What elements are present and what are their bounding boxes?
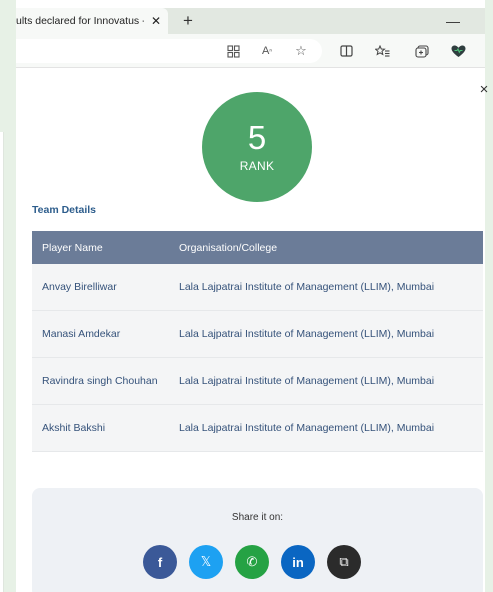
left-panel-edge	[0, 132, 4, 592]
table-row: Ravindra singh Chouhan Lala Lajpatrai In…	[32, 358, 483, 405]
organisation-cell: Lala Lajpatrai Institute of Management (…	[179, 281, 435, 293]
favorites-list-icon[interactable]	[373, 42, 391, 60]
dialog-close-icon[interactable]: ×	[477, 80, 491, 98]
table-row: Manasi Amdekar Lala Lajpatrai Institute …	[32, 311, 483, 358]
whatsapp-share-button[interactable]: ✆	[235, 545, 269, 579]
rank-badge: 5 RANK	[202, 92, 312, 202]
table-row: Anvay Birelliwar Lala Lajpatrai Institut…	[32, 264, 483, 311]
header-player-name: Player Name	[42, 241, 103, 254]
left-window-strip	[0, 0, 16, 592]
organisation-cell: Lala Lajpatrai Institute of Management (…	[179, 328, 435, 340]
header-organisation: Organisation/College	[179, 241, 278, 254]
player-name-cell: Akshit Bakshi	[42, 422, 106, 434]
table-header: Player Name Organisation/College	[32, 231, 483, 264]
collections-icon[interactable]	[413, 42, 431, 60]
player-name-cell: Anvay Birelliwar	[42, 281, 117, 293]
tab-bar: ults declared for Innovatus - ✕ + —	[16, 8, 485, 34]
address-bar-row: Aⁿ ☆	[16, 34, 485, 68]
grid-apps-icon[interactable]	[224, 42, 242, 60]
team-table: Player Name Organisation/College Anvay B…	[32, 231, 483, 452]
linkedin-share-button[interactable]: in	[281, 545, 315, 579]
rank-value: 5	[247, 119, 267, 156]
organisation-cell: Lala Lajpatrai Institute of Management (…	[179, 375, 435, 387]
new-tab-button[interactable]: +	[178, 11, 198, 31]
favorite-star-icon[interactable]: ☆	[292, 42, 310, 60]
tab-close-icon[interactable]: ✕	[148, 13, 164, 29]
share-title: Share it on:	[231, 512, 284, 523]
read-aloud-icon[interactable]: Aⁿ	[258, 42, 276, 60]
minimize-button[interactable]: —	[444, 12, 462, 30]
player-name-cell: Manasi Amdekar	[42, 328, 121, 340]
browser-essentials-icon[interactable]	[449, 42, 467, 60]
split-screen-icon[interactable]	[337, 42, 355, 60]
address-field[interactable]	[16, 39, 322, 63]
share-panel: Share it on: f 𝕏 ✆ in ⧉	[32, 488, 483, 592]
rank-label: RANK	[239, 159, 275, 173]
copy-link-button[interactable]: ⧉	[327, 545, 361, 579]
facebook-share-button[interactable]: f	[143, 545, 177, 579]
organisation-cell: Lala Lajpatrai Institute of Management (…	[179, 422, 435, 434]
browser-tab[interactable]: ults declared for Innovatus - ✕	[16, 8, 168, 34]
player-name-cell: Ravindra singh Chouhan	[42, 375, 158, 387]
table-row: Akshit Bakshi Lala Lajpatrai Institute o…	[32, 405, 483, 452]
team-details-heading: Team Details	[32, 204, 96, 216]
x-share-button[interactable]: 𝕏	[189, 545, 223, 579]
tab-title: ults declared for Innovatus -	[16, 15, 144, 27]
